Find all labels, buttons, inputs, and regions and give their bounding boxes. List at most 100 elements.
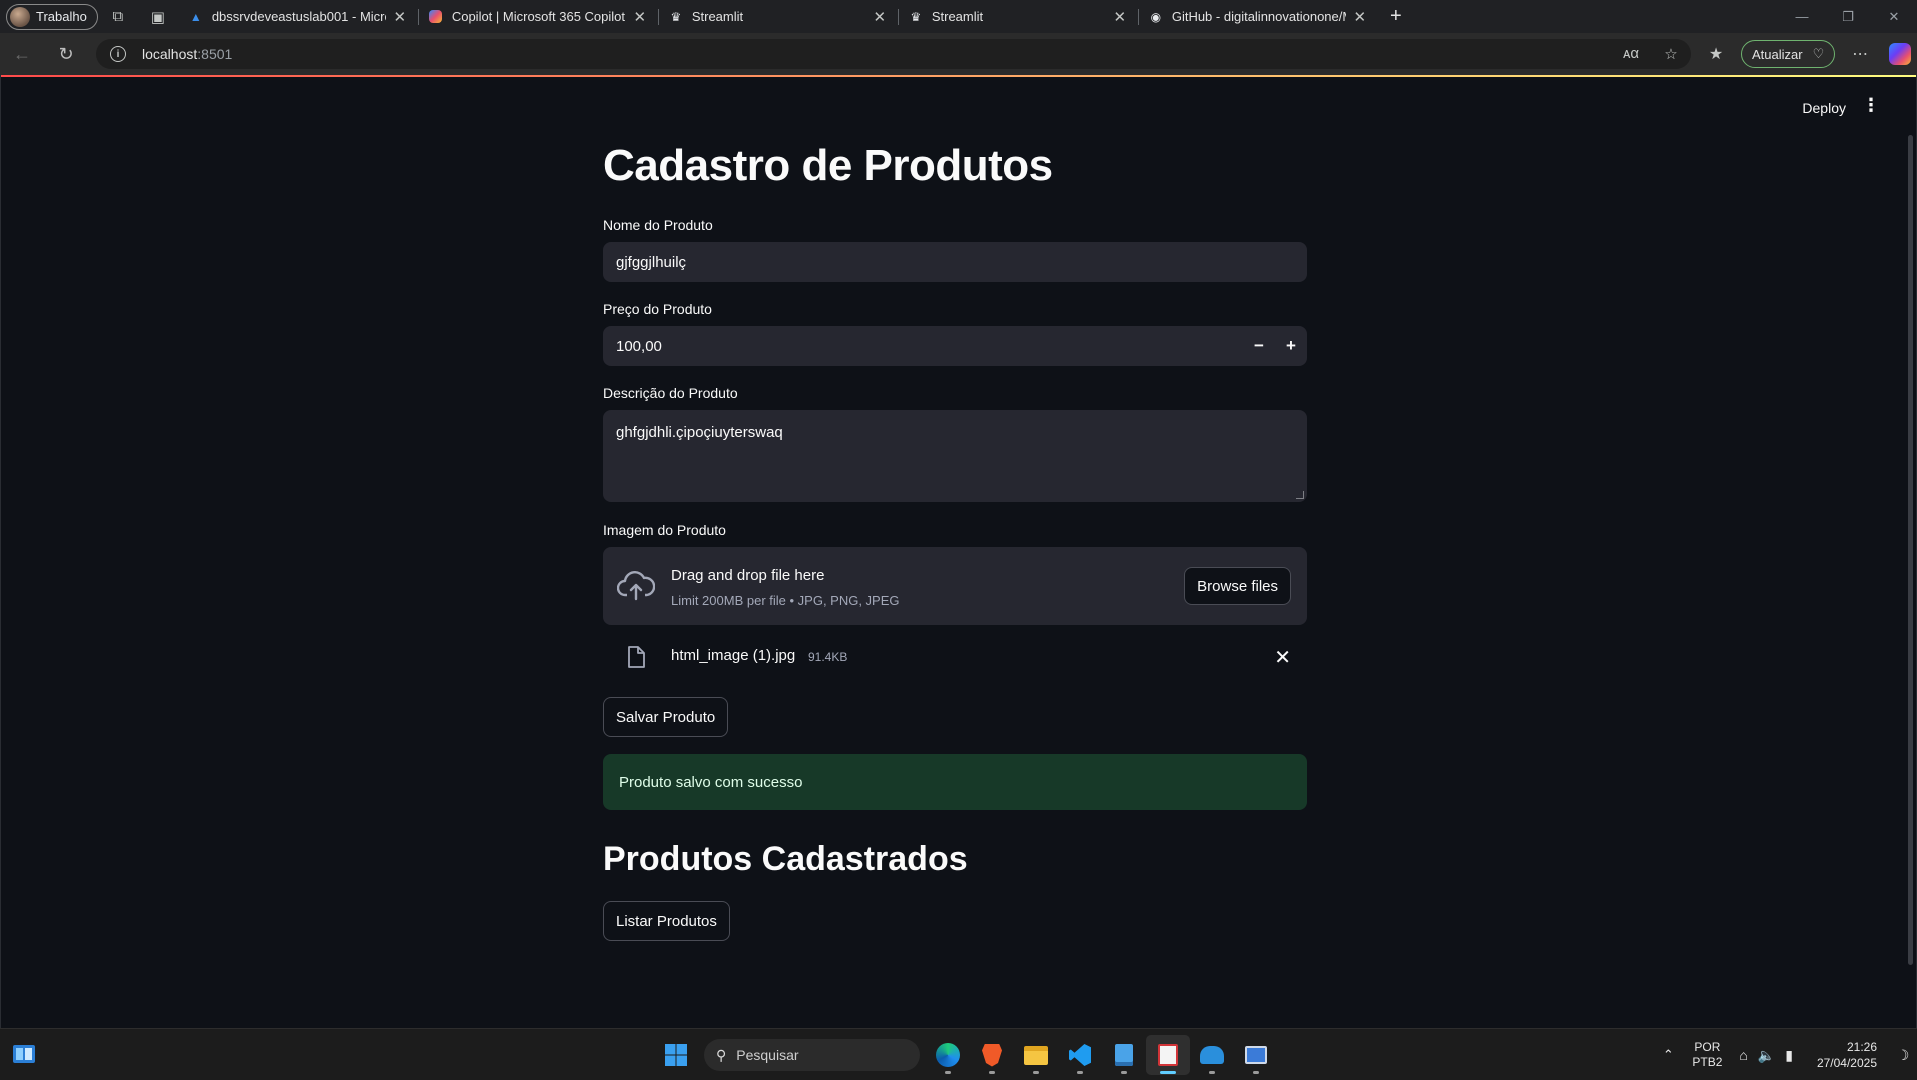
- health-icon: ♡: [1812, 46, 1825, 61]
- workspaces-icon[interactable]: ⧉: [98, 0, 138, 33]
- copilot-sidebar-icon[interactable]: [1889, 43, 1912, 65]
- notepad-icon[interactable]: [1102, 1035, 1146, 1075]
- close-tab-icon[interactable]: ✕: [632, 8, 648, 26]
- tab-copilot[interactable]: Copilot | Microsoft 365 Copilot ✕: [417, 0, 658, 33]
- uploaded-file-name: html_image (1).jpg: [671, 647, 796, 664]
- taskbar-search-placeholder: Pesquisar: [736, 1047, 799, 1063]
- product-price-label: Preço do Produto: [603, 301, 712, 317]
- close-tab-icon[interactable]: ✕: [392, 8, 408, 26]
- taskbar-apps: ⚲ Pesquisar: [654, 1035, 1278, 1075]
- url-host: localhost: [142, 46, 198, 62]
- profile-label: Trabalho: [36, 9, 87, 24]
- brave-icon[interactable]: [970, 1035, 1014, 1075]
- browse-files-button[interactable]: Browse files: [1184, 567, 1291, 605]
- new-tab-button[interactable]: +: [1378, 5, 1414, 28]
- products-list-title: Produtos Cadastrados: [603, 840, 968, 878]
- back-icon[interactable]: ←: [0, 33, 44, 75]
- browser-tab-bar: Trabalho ⧉ ▣ ▲ dbssrvdeveastuslab001 - M…: [0, 0, 1917, 33]
- battery-icon: ▮: [1785, 1046, 1793, 1063]
- header-decoration-line: [1, 75, 1916, 77]
- tab-title: Streamlit: [691, 9, 744, 24]
- keyboard-layout: PTB2: [1692, 1055, 1723, 1069]
- main-menu-icon[interactable]: ⋮: [1862, 95, 1880, 116]
- address-bar[interactable]: i localhost:8501 ᴀα ☆: [96, 39, 1691, 69]
- file-dropzone[interactable]: Drag and drop file here Limit 200MB per …: [603, 547, 1307, 625]
- product-description-textarea[interactable]: ghfgjdhli.çipoçiuyterswaq: [603, 410, 1307, 502]
- tab-title: GitHub - digitalinnovationone/Microsoft: [1171, 9, 1346, 24]
- show-hidden-icons-icon[interactable]: ⌃: [1653, 1047, 1683, 1063]
- start-button[interactable]: [654, 1035, 698, 1075]
- tab-github[interactable]: ◉ GitHub - digitalinnovationone/Microsof…: [1137, 0, 1378, 33]
- product-image-label: Imagem do Produto: [603, 522, 726, 538]
- product-name-label: Nome do Produto: [603, 217, 713, 233]
- list-products-button[interactable]: Listar Produtos: [603, 901, 730, 941]
- remote-desktop-icon[interactable]: [1234, 1035, 1278, 1075]
- read-aloud-icon[interactable]: ᴀα: [1611, 45, 1651, 63]
- file-explorer-icon[interactable]: [1014, 1035, 1058, 1075]
- input-language[interactable]: POR PTB2: [1683, 1040, 1731, 1070]
- deploy-button[interactable]: Deploy: [1802, 100, 1846, 116]
- decrement-icon[interactable]: −: [1243, 326, 1275, 366]
- streamlit-icon: ♛: [910, 9, 922, 24]
- azure-icon: ▲: [189, 9, 202, 24]
- product-name-input[interactable]: gjfggjlhuilç: [603, 242, 1307, 282]
- streamlit-icon: ♛: [670, 9, 682, 24]
- more-options-icon[interactable]: ⋯: [1841, 44, 1879, 64]
- app-icon[interactable]: [1190, 1035, 1234, 1075]
- product-price-input[interactable]: 100,00 − +: [603, 326, 1307, 366]
- url-port: :8501: [197, 46, 233, 62]
- restore-icon[interactable]: ❐: [1825, 0, 1871, 33]
- widgets-icon[interactable]: [12, 1043, 36, 1065]
- tab-actions-icon[interactable]: ▣: [138, 0, 178, 33]
- minimize-icon[interactable]: —: [1779, 0, 1825, 33]
- increment-icon[interactable]: +: [1275, 326, 1307, 366]
- product-price-value: 100,00: [616, 337, 662, 355]
- snipping-tool-icon[interactable]: [1146, 1035, 1190, 1075]
- close-window-icon[interactable]: ✕: [1871, 0, 1917, 33]
- page-viewport: Deploy ⋮ Cadastro de Produtos Nome do Pr…: [0, 75, 1917, 1028]
- file-icon: [628, 646, 645, 668]
- update-label: Atualizar: [1752, 46, 1803, 62]
- remove-file-icon[interactable]: ✕: [1274, 645, 1291, 670]
- system-tray: ⌃ POR PTB2 ⌂ 🔈 ▮ 21:26 27/04/2025 ☽: [1653, 1029, 1917, 1080]
- close-tab-icon[interactable]: ✕: [1352, 8, 1368, 26]
- time: 21:26: [1846, 1040, 1877, 1054]
- close-tab-icon[interactable]: ✕: [872, 8, 888, 26]
- dropzone-instructions: Drag and drop file here: [671, 567, 825, 584]
- tab-streamlit-1[interactable]: ♛ Streamlit ✕: [657, 0, 898, 33]
- wifi-icon: ⌂: [1739, 1046, 1748, 1063]
- edge-icon[interactable]: [926, 1035, 970, 1075]
- date: 27/04/2025: [1816, 1056, 1877, 1070]
- tab-streamlit-2[interactable]: ♛ Streamlit ✕: [897, 0, 1138, 33]
- windows-start-icon: [665, 1044, 687, 1066]
- tab-azure[interactable]: ▲ dbssrvdeveastuslab001 - Microsoft Azur…: [178, 0, 418, 33]
- site-info-icon[interactable]: i: [110, 46, 126, 62]
- product-description-label: Descrição do Produto: [603, 385, 738, 401]
- uploaded-file-size: 91.4KB: [808, 650, 848, 664]
- update-button[interactable]: Atualizar ♡: [1741, 40, 1836, 68]
- reload-icon[interactable]: ↻: [44, 33, 88, 75]
- profile-button[interactable]: Trabalho: [6, 3, 98, 30]
- price-stepper: − +: [1243, 326, 1307, 366]
- save-product-button[interactable]: Salvar Produto: [603, 697, 729, 737]
- quick-settings[interactable]: ⌂ 🔈 ▮: [1739, 1047, 1793, 1064]
- github-icon: ◉: [1150, 9, 1162, 24]
- success-alert: Produto salvo com sucesso: [603, 754, 1307, 810]
- favorite-star-icon[interactable]: ☆: [1651, 45, 1691, 63]
- clock[interactable]: 21:26 27/04/2025: [1805, 1039, 1877, 1071]
- tab-title: dbssrvdeveastuslab001 - Microsoft Azure: [211, 9, 386, 24]
- scrollbar[interactable]: [1908, 135, 1913, 965]
- window-controls: — ❐ ✕: [1779, 0, 1917, 33]
- close-tab-icon[interactable]: ✕: [1112, 8, 1128, 26]
- resize-handle-icon[interactable]: [1296, 491, 1304, 499]
- tab-title: Streamlit: [931, 9, 984, 24]
- avatar: [10, 6, 30, 27]
- tab-title: Copilot | Microsoft 365 Copilot: [451, 9, 626, 24]
- taskbar-search[interactable]: ⚲ Pesquisar: [704, 1039, 920, 1071]
- uploaded-file-row: html_image (1).jpg 91.4KB ✕: [603, 637, 1307, 677]
- notification-icon[interactable]: ☽: [1889, 1047, 1917, 1064]
- product-name-value: gjfggjlhuilç: [616, 253, 687, 271]
- browser-toolbar: ← ↻ i localhost:8501 ᴀα ☆ ★ Atualizar ♡ …: [0, 33, 1917, 75]
- vscode-icon[interactable]: [1058, 1035, 1102, 1075]
- favorites-icon[interactable]: ★: [1697, 44, 1735, 64]
